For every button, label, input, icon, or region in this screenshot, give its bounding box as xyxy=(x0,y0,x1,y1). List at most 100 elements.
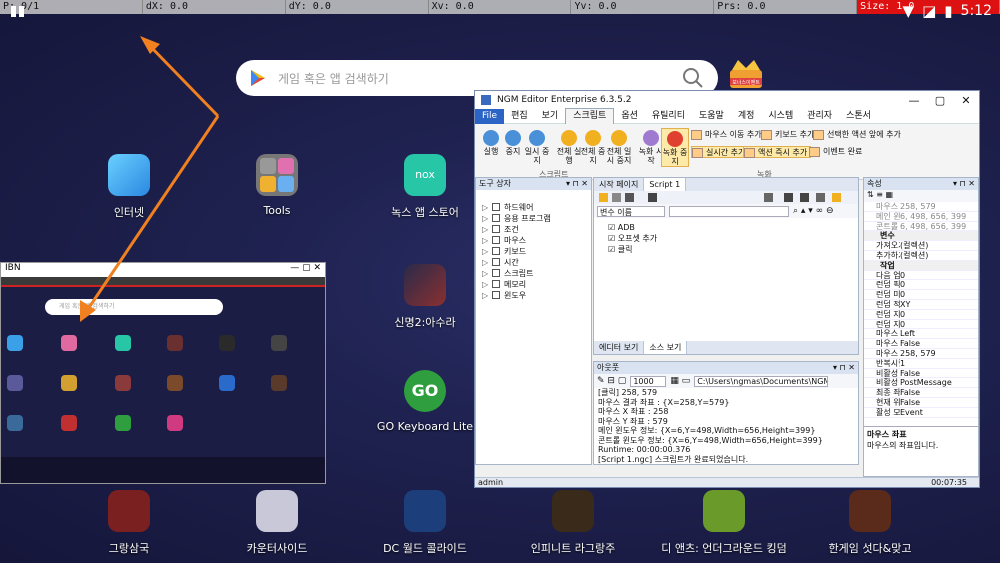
script-node-click[interactable]: ☑ 클릭 xyxy=(602,244,858,255)
add-keyboard-button[interactable]: 키보드 추가 xyxy=(761,129,814,141)
pause-button[interactable]: 일시 중지 xyxy=(523,128,551,165)
variable-search-input[interactable] xyxy=(669,205,789,217)
dock-app-6[interactable]: 한게임 섯다&맞고 xyxy=(815,490,925,556)
menu-admin[interactable]: 관리자 xyxy=(800,109,839,124)
app-internet[interactable]: 인터넷 xyxy=(74,154,184,220)
mirror-app-icon[interactable] xyxy=(219,335,235,351)
tab-start-page[interactable]: 시작 페이지 xyxy=(594,178,645,191)
pause-icon[interactable] xyxy=(612,193,621,202)
export-icon[interactable] xyxy=(832,193,841,202)
mirror-app-icon[interactable] xyxy=(167,415,183,431)
menu-help[interactable]: 도움말 xyxy=(692,109,731,124)
property-row[interactable]: 활성 모드Event xyxy=(864,408,978,418)
menu-edit[interactable]: 편집 xyxy=(504,109,535,124)
property-row[interactable]: 다음 업 지0 xyxy=(864,271,978,281)
property-row[interactable]: 메인 윈도6, 498, 656, 399 xyxy=(864,212,978,222)
search-icon[interactable] xyxy=(682,67,704,89)
dock-app-5[interactable]: 디 앤츠: 언더그라운드 킹덤 xyxy=(656,490,792,556)
mirror-app-icon[interactable] xyxy=(61,375,77,391)
menu-view[interactable]: 보기 xyxy=(535,109,566,124)
app-nox-store[interactable]: nox 녹스 앱 스토어 xyxy=(370,154,480,220)
mirror-app-icon[interactable] xyxy=(115,415,131,431)
mirror-app-icon[interactable] xyxy=(271,375,287,391)
mirror-app-icon[interactable] xyxy=(167,335,183,351)
mirror-app-icon[interactable] xyxy=(7,415,23,431)
check-icon[interactable] xyxy=(800,193,809,202)
property-row[interactable]: 비활성 모False xyxy=(864,369,978,379)
menu-file[interactable]: File xyxy=(475,108,505,124)
menu-system[interactable]: 시스템 xyxy=(761,109,800,124)
mirror-app-icon[interactable] xyxy=(271,335,287,351)
check-icon[interactable] xyxy=(784,193,793,202)
ngm-editor-window[interactable]: NGM Editor Enterprise 6.3.5.2 — ▢ ✕ File… xyxy=(474,90,980,488)
property-row[interactable]: 마우스 좌258, 579 xyxy=(864,349,978,359)
property-row[interactable]: 콘트롤 윈6, 498, 656, 399 xyxy=(864,222,978,232)
mirror-app-icon[interactable] xyxy=(115,335,131,351)
add-before-selected-button[interactable]: 선택한 액션 앞에 추가 xyxy=(813,129,901,141)
realtime-add-button[interactable]: 실시간 추가 xyxy=(691,146,750,158)
property-section[interactable]: 변수 xyxy=(864,231,978,242)
mirror-app-icon[interactable] xyxy=(7,375,23,391)
app-shinmyung2[interactable]: 신명2:아수라 xyxy=(370,264,480,330)
property-row[interactable]: 마우스 이False xyxy=(864,339,978,349)
property-row[interactable]: 런덤 미니0 xyxy=(864,290,978,300)
add-mouse-move-button[interactable]: 마우스 이동 추가 xyxy=(691,129,762,141)
record-stop-button[interactable]: 녹화 중지 xyxy=(661,128,689,167)
stop-all-button[interactable]: 전체 중지 xyxy=(579,128,607,165)
variable-select[interactable]: 변수 이름 xyxy=(597,205,665,217)
log-path-input[interactable]: C:\Users\ngmas\Documents\NGM\ xyxy=(694,375,829,387)
tab-script-1[interactable]: Script 1 xyxy=(644,178,687,191)
sort-icons[interactable]: ⇅ ≡ ▦ xyxy=(864,190,978,202)
mirror-search-bar[interactable]: 게임 혹은 앱 검색하기 xyxy=(45,299,223,315)
brush-icon[interactable]: ✎ ⊟ ▢ xyxy=(597,376,626,386)
pause-all-button[interactable]: 전체 일시 중지 xyxy=(605,128,633,165)
property-row[interactable]: 런덤 픽사0 xyxy=(864,280,978,291)
menu-account[interactable]: 계정 xyxy=(731,109,762,124)
dock-app-3[interactable]: DC 월드 콜라이드 xyxy=(370,490,480,556)
property-row[interactable]: 런덤 지연0 xyxy=(864,320,978,330)
app-tools[interactable]: Tools xyxy=(222,154,332,217)
property-row[interactable]: 런덤 지연0 xyxy=(864,310,978,320)
property-row[interactable]: 추가하기(컬렉션) xyxy=(864,251,978,261)
script-node-offset[interactable]: ☑ 오프셋 추가 xyxy=(602,233,858,244)
property-row[interactable]: 현재 위치False xyxy=(864,398,978,408)
pin-icon[interactable]: ▾ ⊓ ✕ xyxy=(953,178,975,190)
property-row[interactable]: 비활성 모PostMessage xyxy=(864,378,978,389)
toolbox-item[interactable]: ▷ 스크립트 xyxy=(476,268,591,279)
mirror-app-icon[interactable] xyxy=(115,375,131,391)
pin-icon[interactable]: ▾ ⊓ ✕ xyxy=(566,178,588,190)
mirror-app-icon[interactable] xyxy=(219,375,235,391)
minimize-icon[interactable]: — xyxy=(901,94,927,107)
dock-app-1[interactable]: 그랑삼국 xyxy=(74,490,184,556)
property-row[interactable]: 가져오기(컬렉션) xyxy=(864,241,978,251)
toolbox-item[interactable]: ▷ 메모리 xyxy=(476,279,591,290)
mirror-app-icon[interactable] xyxy=(7,335,23,351)
instant-add-button[interactable]: 액션 즉시 추가 xyxy=(743,146,812,158)
pin-icon[interactable]: ▾ ⊓ ✕ xyxy=(833,362,855,374)
stop-icon[interactable] xyxy=(625,193,634,202)
tool-icon[interactable] xyxy=(764,193,773,202)
toolbox-item[interactable]: ▷ 조건 xyxy=(476,224,591,235)
dock-app-2[interactable]: 카운터사이드 xyxy=(222,490,332,556)
toolbox-item[interactable]: ▷ 키보드 xyxy=(476,246,591,257)
property-row[interactable]: 최종 좌표False xyxy=(864,388,978,398)
window-controls[interactable]: — ▢ ✕ xyxy=(290,263,321,277)
app-go-keyboard[interactable]: GO GO Keyboard Lite xyxy=(370,370,480,433)
save-icon[interactable]: ▦ ▭ xyxy=(670,376,690,386)
property-row[interactable]: 런덤 적용XY xyxy=(864,300,978,310)
play-icon[interactable] xyxy=(599,193,608,202)
maximize-icon[interactable]: ▢ xyxy=(927,94,953,107)
tab-source-view[interactable]: 소스 보기 xyxy=(644,341,688,354)
script-node-adb[interactable]: ☑ ADB xyxy=(602,222,858,233)
property-row[interactable]: 마우스 좌258, 579 xyxy=(864,202,978,212)
mirror-app-icon[interactable] xyxy=(61,335,77,351)
toolbox-item[interactable]: ▷ 윈도우 xyxy=(476,290,591,301)
menu-options[interactable]: 옵션 xyxy=(614,109,645,124)
toolbox-item[interactable]: ▷ 하드웨어 xyxy=(476,202,591,213)
toolbox-item[interactable]: ▷ 마우스 xyxy=(476,235,591,246)
line-count-input[interactable]: 1000 xyxy=(630,375,667,387)
search-icon[interactable]: ⌕ ▴ ▾ ∞ ⊖ xyxy=(793,206,834,216)
property-row[interactable]: 반복시킬1 xyxy=(864,359,978,369)
event-badge[interactable]: 보너스이벤트 xyxy=(726,56,766,94)
menu-script[interactable]: 스크립트 xyxy=(565,108,615,124)
